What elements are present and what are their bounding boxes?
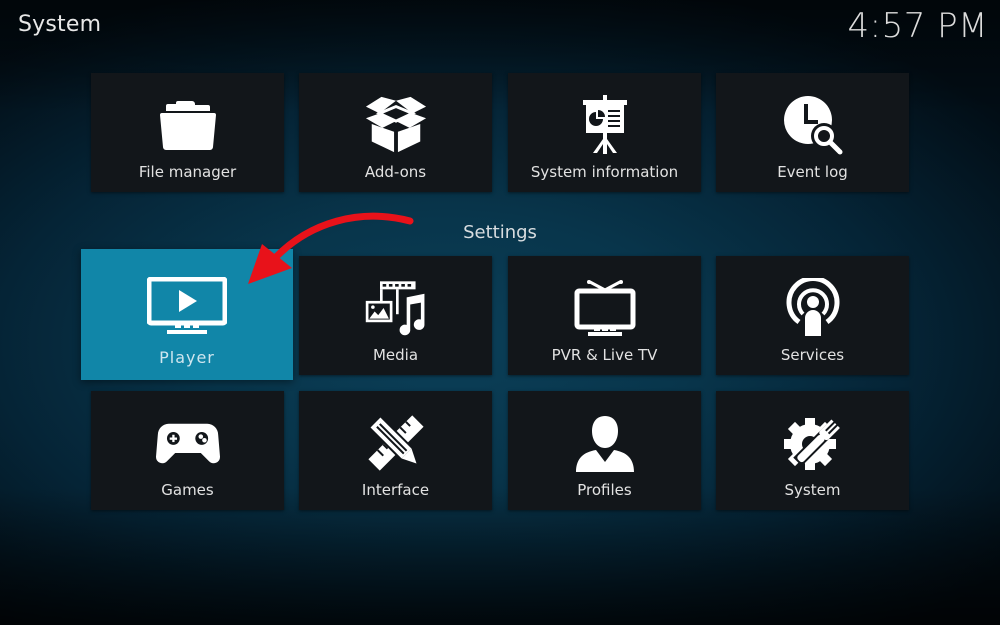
tile-label: Player [159, 348, 215, 367]
tile-event-log[interactable]: Event log [716, 73, 909, 192]
section-label-settings: Settings [463, 222, 537, 243]
tv-antenna-icon [573, 276, 637, 340]
gamepad-icon [155, 411, 220, 475]
tile-label: System [784, 481, 841, 499]
tile-pvr-live-tv[interactable]: PVR & Live TV [508, 256, 701, 375]
monitor-play-icon [147, 274, 227, 338]
tile-system-information[interactable]: System information [508, 73, 701, 192]
tile-label: System information [530, 163, 679, 181]
clock: 4:57 PM [847, 6, 988, 46]
tile-media[interactable]: Media [299, 256, 492, 375]
clock-search-icon [781, 93, 845, 157]
tile-label: File manager [138, 163, 237, 181]
tile-label: Add-ons [364, 163, 427, 181]
media-icon [364, 276, 428, 340]
tile-file-manager[interactable]: File manager [91, 73, 284, 192]
tile-label: Services [780, 346, 845, 364]
tile-label: Profiles [577, 481, 632, 499]
tile-player[interactable]: Player [81, 249, 293, 380]
tile-add-ons[interactable]: Add-ons [299, 73, 492, 192]
tile-label: Games [161, 481, 214, 499]
tile-label: Media [372, 346, 419, 364]
tile-label: Event log [777, 163, 848, 181]
broadcast-person-icon [781, 276, 845, 340]
tile-label: PVR & Live TV [551, 346, 658, 364]
open-box-icon [364, 93, 428, 157]
gear-wrench-icon [781, 411, 845, 475]
person-icon [573, 411, 637, 475]
folder-icon [156, 93, 220, 157]
pencil-ruler-icon [364, 411, 428, 475]
tile-interface[interactable]: Interface [299, 391, 492, 510]
tile-games[interactable]: Games [91, 391, 284, 510]
tile-services[interactable]: Services [716, 256, 909, 375]
tile-system[interactable]: System [716, 391, 909, 510]
presentation-board-icon [573, 93, 637, 157]
tile-profiles[interactable]: Profiles [508, 391, 701, 510]
page-title: System [18, 12, 102, 37]
tile-label: Interface [361, 481, 430, 499]
